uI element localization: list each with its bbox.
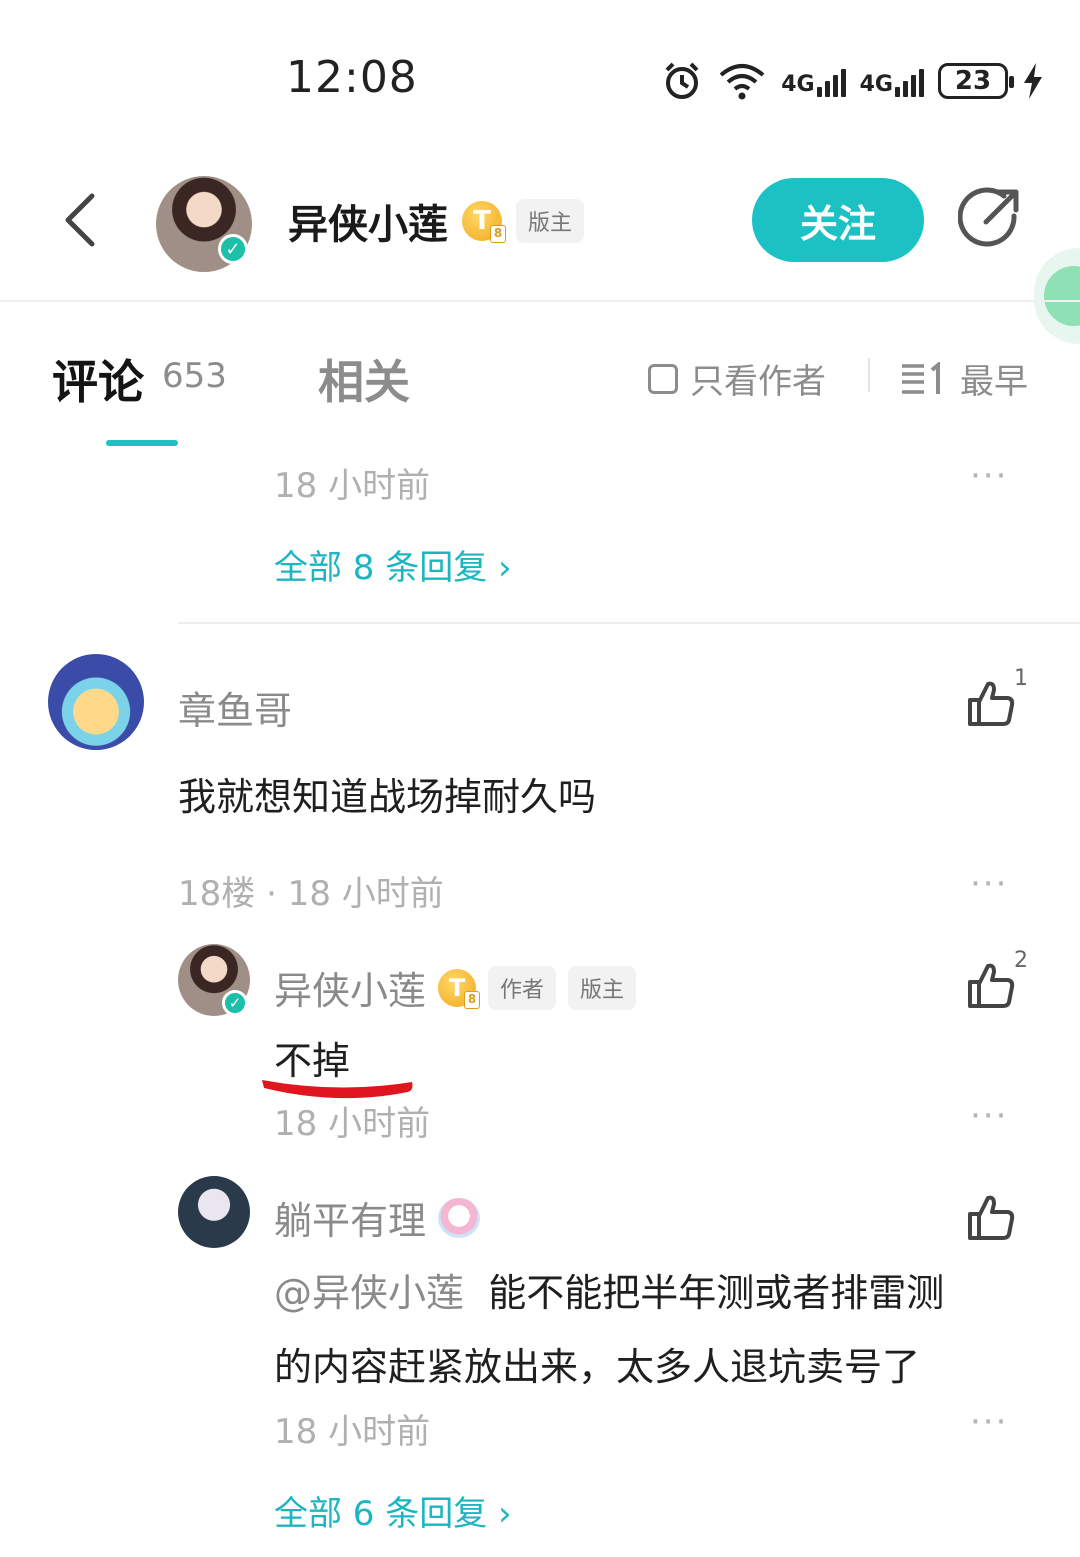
floating-chat-bubble[interactable] <box>1034 248 1080 344</box>
sort-icon <box>902 361 940 394</box>
view-replies-link[interactable]: 全部 6 条回复 › <box>274 1486 512 1535</box>
prev-comment-time: 18 小时前 <box>274 466 431 506</box>
network-type-label: 4G <box>781 72 815 97</box>
sort-button[interactable]: 最早 <box>900 354 1028 403</box>
level-badge-icon: T8 <box>438 968 481 1009</box>
header-divider <box>0 300 1080 302</box>
comment-meta: 18楼 · 18 小时前 <box>178 874 444 914</box>
thumbs-up-icon[interactable] <box>966 678 1016 728</box>
author-only-toggle[interactable]: 只看作者 <box>648 354 826 403</box>
thumbs-up-icon[interactable] <box>966 960 1016 1010</box>
decoration-sticker-icon <box>438 1197 481 1238</box>
status-icons: 4G 4G 23 <box>661 56 1044 106</box>
commenter-name[interactable]: 章鱼哥 <box>178 680 292 735</box>
active-tab-indicator <box>106 440 178 446</box>
author-avatar[interactable]: ✓ <box>156 176 252 272</box>
commenter-avatar[interactable] <box>48 654 144 750</box>
header-user-info: 异侠小莲 T8 版主 <box>288 192 585 250</box>
status-time: 12:08 <box>286 52 418 103</box>
reply-text-line-2: 的内容赶紧放出来，太多人退坑卖号了 <box>274 1345 921 1389</box>
author-only-label: 只看作者 <box>690 362 826 402</box>
moderator-tag: 版主 <box>568 965 637 1010</box>
verified-check-icon: ✓ <box>222 990 248 1016</box>
mention-link[interactable]: @异侠小莲 <box>274 1271 464 1315</box>
reply-avatar[interactable] <box>178 1176 250 1248</box>
reply-text-line-1: @异侠小莲 能不能把半年测或者排雷测 <box>274 1262 1034 1317</box>
level-badge-letter: T <box>448 973 466 1002</box>
comment-divider <box>178 622 1080 624</box>
tab-comments[interactable]: 评论 <box>52 346 144 412</box>
like-count: 2 <box>1014 948 1028 973</box>
view-replies-link[interactable]: 全部 8 条回复 › <box>274 540 512 589</box>
share-icon[interactable] <box>958 186 1022 250</box>
reply-username[interactable]: 躺平有理 <box>274 1190 426 1245</box>
network-type-label: 4G <box>859 72 893 97</box>
comments-count: 653 <box>162 356 227 396</box>
alarm-icon <box>665 62 699 99</box>
more-options-icon[interactable]: ··· <box>970 864 1008 904</box>
signal-1: 4G <box>781 65 846 97</box>
charging-icon <box>1024 63 1042 99</box>
tab-related[interactable]: 相关 <box>318 346 410 412</box>
battery-icon: 23 <box>938 63 1014 99</box>
signal-bars-icon <box>816 65 846 97</box>
signal-bars-icon <box>895 65 924 97</box>
more-options-icon[interactable]: ··· <box>970 1402 1008 1442</box>
level-badge-icon: T8 <box>462 201 506 243</box>
follow-button[interactable]: 关注 <box>752 178 924 262</box>
level-badge-letter: T <box>473 206 491 236</box>
reply-avatar[interactable]: ✓ <box>178 944 250 1016</box>
back-arrow-icon[interactable] <box>60 190 100 250</box>
thumbs-up-icon[interactable] <box>966 1192 1016 1242</box>
signal-2: 4G <box>860 65 924 97</box>
more-options-icon[interactable]: ··· <box>970 1096 1008 1136</box>
reply-text-part: 能不能把半年测或者排雷测 <box>488 1271 945 1315</box>
moderator-tag: 版主 <box>516 199 585 243</box>
like-count: 1 <box>1014 666 1028 691</box>
reply-time: 18 小时前 <box>274 1412 431 1452</box>
battery-level: 23 <box>954 66 992 96</box>
sort-label: 最早 <box>960 362 1028 402</box>
reply-user-info: 异侠小莲 T8 作者 版主 <box>274 960 637 1015</box>
header-username[interactable]: 异侠小莲 <box>288 192 448 250</box>
verified-check-icon: ✓ <box>218 234 248 264</box>
toolbar-separator <box>868 358 870 392</box>
reply-user-info: 躺平有理 <box>274 1190 481 1245</box>
reply-username[interactable]: 异侠小莲 <box>274 960 426 1015</box>
checkbox-icon[interactable] <box>648 363 678 394</box>
red-underline-annotation <box>262 1080 413 1099</box>
wifi-icon <box>719 64 765 100</box>
comment-text: 我就想知道战场掉耐久吗 <box>178 775 597 819</box>
more-options-icon[interactable]: ··· <box>970 456 1008 496</box>
author-tag: 作者 <box>488 965 557 1010</box>
